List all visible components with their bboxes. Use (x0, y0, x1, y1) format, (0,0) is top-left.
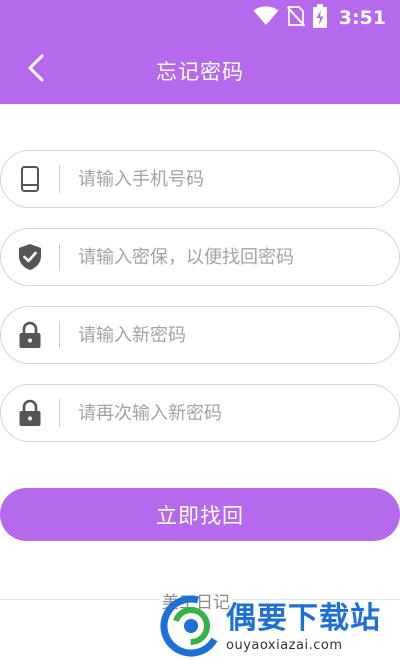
phone-input[interactable] (78, 159, 399, 199)
shield-check-icon (1, 228, 59, 286)
lock-icon (1, 306, 59, 364)
confirm-password-input[interactable] (78, 393, 399, 433)
field-divider (59, 165, 60, 193)
watermark-url: ouyaoxiazai.com (226, 638, 343, 653)
battery-charging-icon (312, 4, 327, 32)
no-sim-icon (286, 5, 305, 31)
lock-icon (1, 384, 59, 442)
new-password-field[interactable] (0, 306, 400, 364)
retrieve-button[interactable]: 立即找回 (0, 488, 400, 541)
app-bar: 忘记密码 (0, 36, 400, 104)
field-divider (59, 243, 60, 271)
security-field[interactable] (0, 228, 400, 286)
field-divider (59, 321, 60, 349)
watermark-logo-icon (160, 595, 222, 660)
status-bar: 3:51 (0, 0, 400, 36)
phone-field[interactable] (0, 150, 400, 208)
header-bar: 3:51 忘记密码 (0, 0, 400, 104)
watermark-title: 偶要下载站 (226, 601, 381, 636)
watermark-text: 偶要下载站 ouyaoxiazai.com (226, 601, 381, 655)
new-password-input[interactable] (78, 315, 399, 355)
security-input[interactable] (78, 237, 399, 277)
status-icons: 3:51 (253, 4, 386, 32)
status-time: 3:51 (338, 7, 386, 29)
watermark: 偶要下载站 ouyaoxiazai.com (160, 595, 400, 660)
field-divider (59, 399, 60, 427)
phone-icon (1, 150, 59, 208)
wifi-icon (253, 6, 279, 30)
page-title: 忘记密码 (156, 60, 244, 84)
confirm-password-field[interactable] (0, 384, 400, 442)
